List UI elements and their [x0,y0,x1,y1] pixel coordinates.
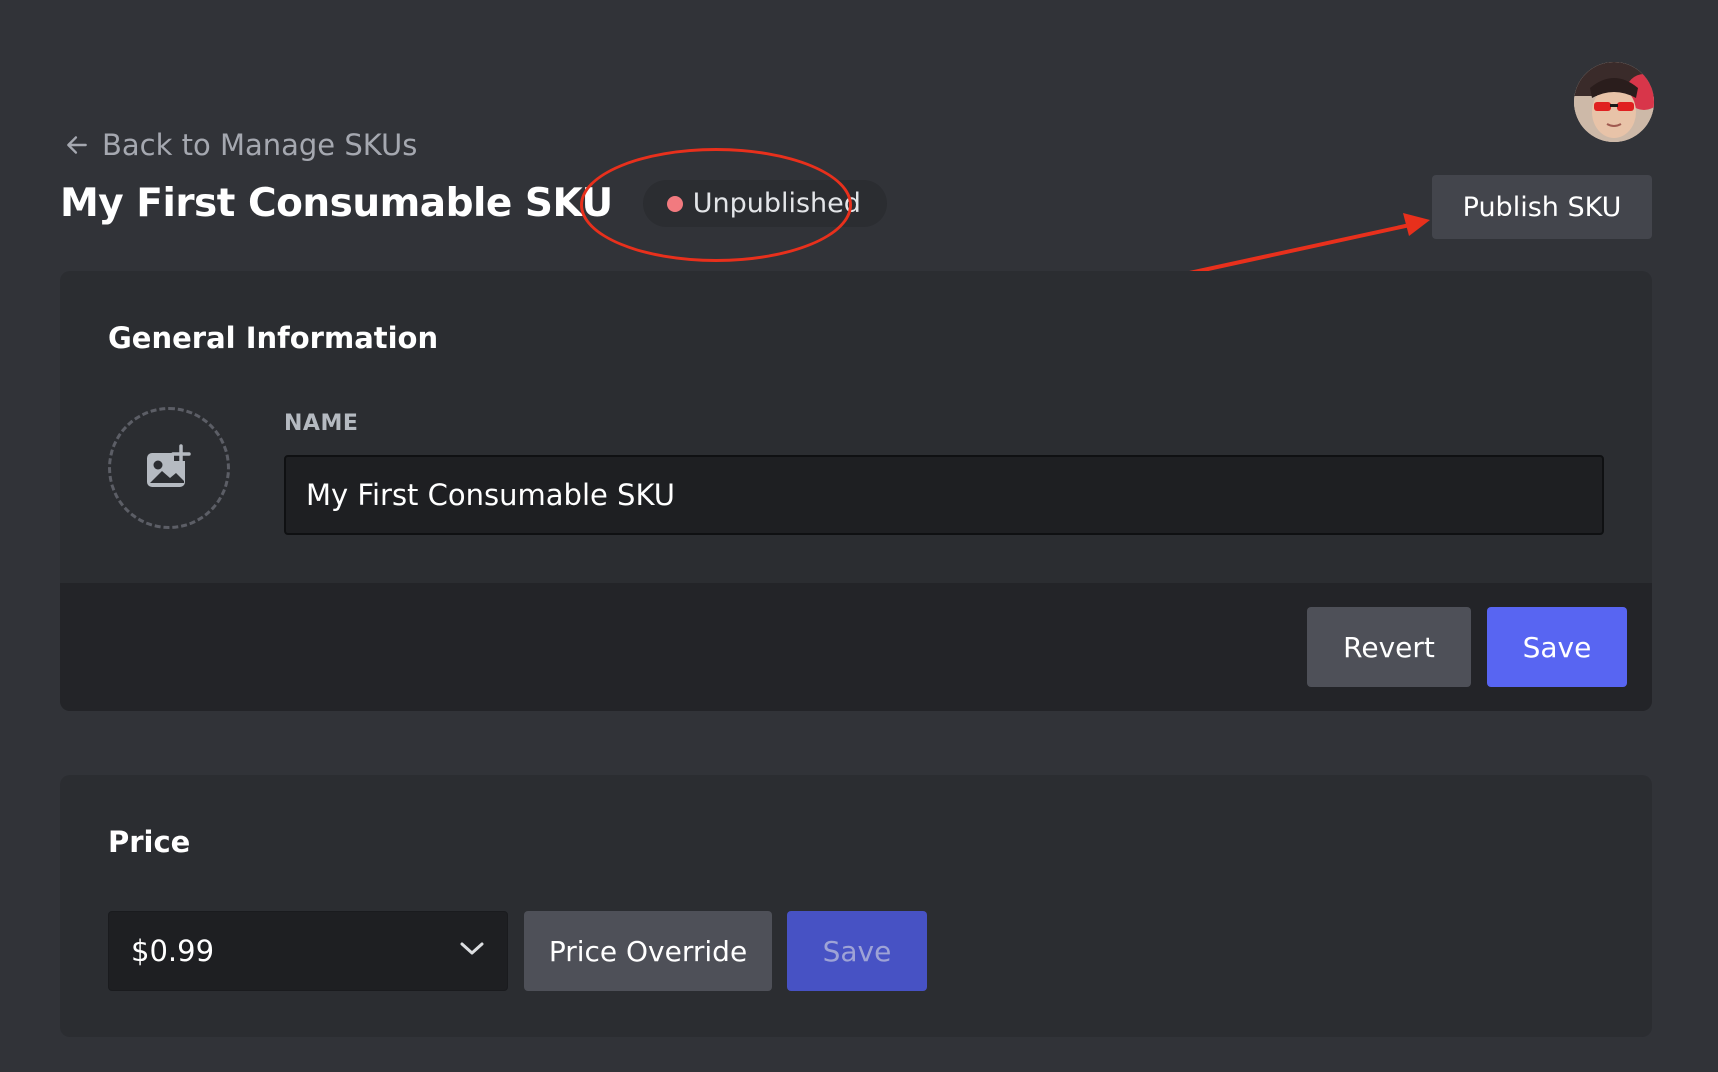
name-input[interactable] [284,455,1604,535]
price-override-button[interactable]: Price Override [524,911,772,991]
save-general-button[interactable]: Save [1487,607,1627,687]
sku-detail-page: Back to Manage SKUs My First Consumable … [0,0,1718,1072]
title-row: My First Consumable SKU Unpublished [60,180,887,227]
arrow-left-icon [64,132,90,158]
back-to-manage-skus-link[interactable]: Back to Manage SKUs [64,128,417,162]
general-information-card: General Information NAME Revert Save [60,271,1652,711]
name-field-label: NAME [284,411,359,436]
revert-button[interactable]: Revert [1307,607,1471,687]
general-card-footer: Revert Save [60,583,1652,711]
user-avatar[interactable] [1574,62,1654,142]
image-upload-button[interactable] [108,407,230,529]
price-card: Price $0.99 Price Override Save [60,775,1652,1037]
price-title: Price [108,825,191,859]
chevron-down-icon [459,941,485,961]
save-price-button[interactable]: Save [787,911,927,991]
image-add-icon [144,443,194,493]
avatar-image [1574,62,1654,142]
status-dot [666,195,683,212]
publish-sku-button[interactable]: Publish SKU [1432,175,1652,239]
page-title: My First Consumable SKU [60,181,613,226]
price-dropdown[interactable]: $0.99 [108,911,508,991]
status-badge: Unpublished [642,180,887,227]
back-link-label: Back to Manage SKUs [102,128,418,162]
status-label: Unpublished [692,188,861,219]
general-information-title: General Information [108,321,439,355]
selected-price: $0.99 [131,934,215,968]
